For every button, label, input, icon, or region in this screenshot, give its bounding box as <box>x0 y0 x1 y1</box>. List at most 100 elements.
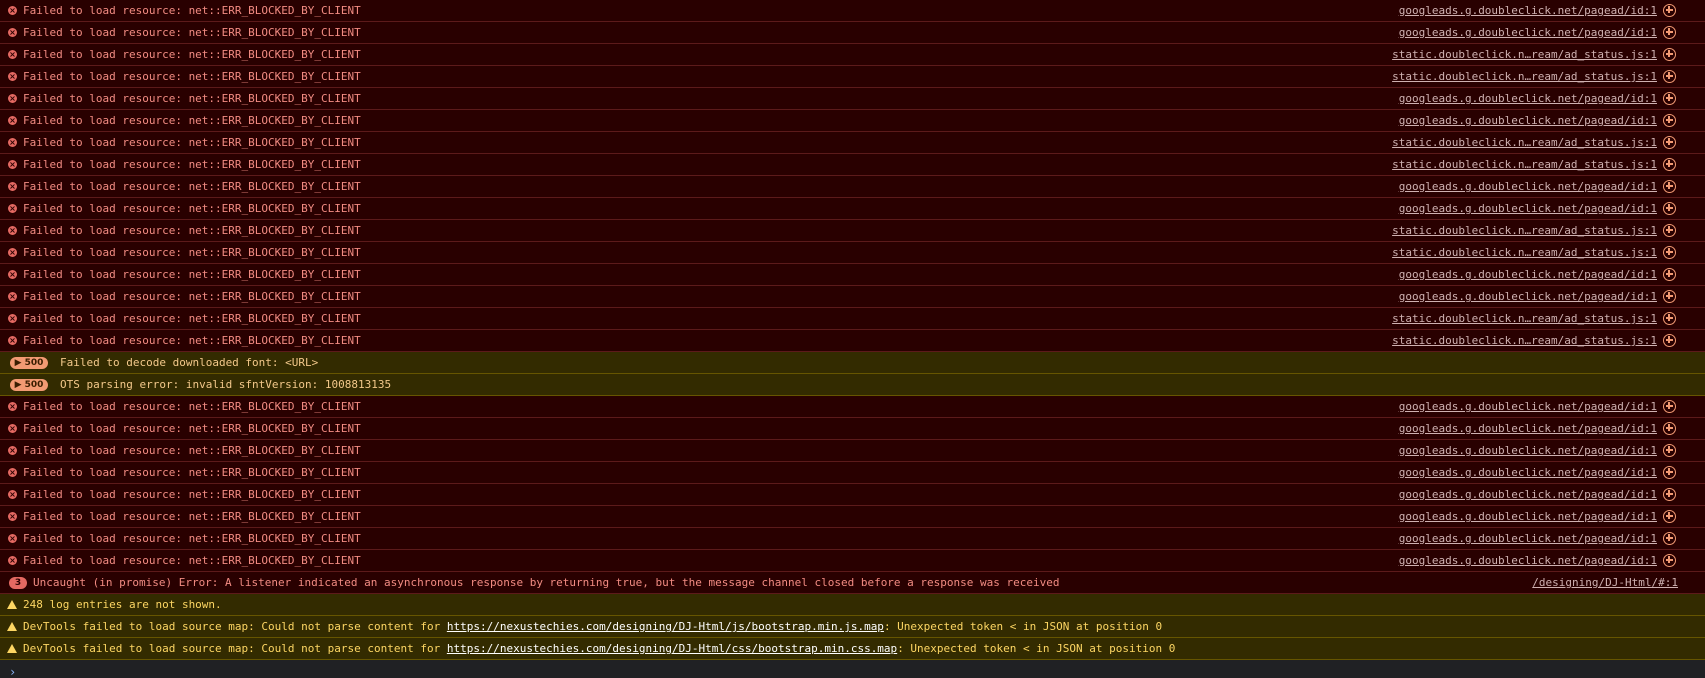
error-icon: × <box>8 292 17 301</box>
source-action-icon[interactable] <box>1663 334 1676 347</box>
repeat-count-badge: 3 <box>9 576 27 589</box>
source-action-icon[interactable] <box>1663 532 1676 545</box>
source-link[interactable]: static.doubleclick.n…ream/ad_status.js:1 <box>1392 224 1657 237</box>
error-icon: × <box>8 556 17 565</box>
console-message: Uncaught (in promise) Error: A listener … <box>33 576 1060 589</box>
source-link[interactable]: googleads.g.doubleclick.net/pagead/id:1 <box>1399 400 1657 413</box>
console-message: DevTools failed to load source map: Coul… <box>23 642 1705 655</box>
error-icon: × <box>8 446 17 455</box>
source-link[interactable]: googleads.g.doubleclick.net/pagead/id:1 <box>1399 422 1657 435</box>
source-action-icon[interactable] <box>1663 466 1676 479</box>
error-icon: × <box>8 138 17 147</box>
source-action-icon[interactable] <box>1663 488 1676 501</box>
error-icon: × <box>8 94 17 103</box>
source-action-icon[interactable] <box>1663 26 1676 39</box>
source-action-icon[interactable] <box>1663 444 1676 457</box>
source-action-icon[interactable] <box>1663 92 1676 105</box>
console-error-row: × Failed to load resource: net::ERR_BLOCK… <box>0 330 1705 352</box>
source-action-icon[interactable] <box>1663 290 1676 303</box>
console-error-row: × Failed to load resource: net::ERR_BLOCK… <box>0 198 1705 220</box>
source-action-icon[interactable] <box>1663 4 1676 17</box>
console-error-row: × Failed to load resource: net::ERR_BLOCK… <box>0 242 1705 264</box>
source-link[interactable]: googleads.g.doubleclick.net/pagead/id:1 <box>1399 488 1657 501</box>
source-link[interactable]: googleads.g.doubleclick.net/pagead/id:1 <box>1399 554 1657 567</box>
console-group-row[interactable]: ▶ 500 OTS parsing error: invalid sfntVers… <box>0 374 1705 396</box>
source-action-icon[interactable] <box>1663 422 1676 435</box>
console-message: Failed to load resource: net::ERR_BLOCKE… <box>23 114 361 127</box>
source-action-icon[interactable] <box>1663 400 1676 413</box>
console-message: Failed to load resource: net::ERR_BLOCKE… <box>23 224 361 237</box>
error-icon: × <box>8 28 17 37</box>
source-action-icon[interactable] <box>1663 510 1676 523</box>
error-icon: × <box>8 270 17 279</box>
console-message: Failed to load resource: net::ERR_BLOCKE… <box>23 422 361 435</box>
source-action-icon[interactable] <box>1663 70 1676 83</box>
console-error-row: × Failed to load resource: net::ERR_BLOCK… <box>0 550 1705 572</box>
source-map-link[interactable]: https://nexustechies.com/designing/DJ-Ht… <box>447 642 897 655</box>
console-message: OTS parsing error: invalid sfntVersion: … <box>60 378 392 391</box>
source-link[interactable]: googleads.g.doubleclick.net/pagead/id:1 <box>1399 26 1657 39</box>
console-message: Failed to load resource: net::ERR_BLOCKE… <box>23 554 361 567</box>
error-icon: × <box>8 116 17 125</box>
error-icon: × <box>8 336 17 345</box>
source-action-icon[interactable] <box>1663 114 1676 127</box>
source-link[interactable]: googleads.g.doubleclick.net/pagead/id:1 <box>1399 268 1657 281</box>
source-link[interactable]: googleads.g.doubleclick.net/pagead/id:1 <box>1399 466 1657 479</box>
console-prompt[interactable]: › <box>0 660 1705 678</box>
group-count-badge[interactable]: ▶ 500 <box>10 378 48 391</box>
console-error-row: × Failed to load resource: net::ERR_BLOCK… <box>0 506 1705 528</box>
source-link[interactable]: googleads.g.doubleclick.net/pagead/id:1 <box>1399 114 1657 127</box>
warning-icon <box>7 600 17 609</box>
source-link[interactable]: googleads.g.doubleclick.net/pagead/id:1 <box>1399 290 1657 303</box>
error-icon: × <box>8 424 17 433</box>
source-link[interactable]: static.doubleclick.n…ream/ad_status.js:1 <box>1392 334 1657 347</box>
source-link[interactable]: static.doubleclick.n…ream/ad_status.js:1 <box>1392 136 1657 149</box>
source-action-icon[interactable] <box>1663 312 1676 325</box>
source-link[interactable]: /designing/DJ-Html/#:1 <box>1532 576 1678 589</box>
prompt-chevron-icon: › <box>9 665 17 678</box>
source-link[interactable]: static.doubleclick.n…ream/ad_status.js:1 <box>1392 246 1657 259</box>
error-icon: × <box>8 402 17 411</box>
error-icon: × <box>8 50 17 59</box>
source-link[interactable]: googleads.g.doubleclick.net/pagead/id:1 <box>1399 510 1657 523</box>
source-action-icon[interactable] <box>1663 246 1676 259</box>
error-icon: × <box>8 314 17 323</box>
source-action-icon[interactable] <box>1663 158 1676 171</box>
error-icon: × <box>8 226 17 235</box>
console-message: Failed to load resource: net::ERR_BLOCKE… <box>23 290 361 303</box>
console-log: ×Failed to load resource: net::ERR_BLOCK… <box>0 0 1705 678</box>
source-link[interactable]: googleads.g.doubleclick.net/pagead/id:1 <box>1399 4 1657 17</box>
source-action-icon[interactable] <box>1663 136 1676 149</box>
warning-icon <box>7 644 17 653</box>
source-link[interactable]: static.doubleclick.n…ream/ad_status.js:1 <box>1392 48 1657 61</box>
source-action-icon[interactable] <box>1663 268 1676 281</box>
source-action-icon[interactable] <box>1663 180 1676 193</box>
console-group-row[interactable]: ▶ 500 Failed to decode downloaded font: <… <box>0 352 1705 374</box>
message-suffix: : Unexpected token < in JSON at position… <box>897 642 1176 655</box>
source-action-icon[interactable] <box>1663 48 1676 61</box>
console-message: Failed to load resource: net::ERR_BLOCKE… <box>23 444 361 457</box>
console-error-row: × Failed to load resource: net::ERR_BLOCK… <box>0 264 1705 286</box>
source-link[interactable]: googleads.g.doubleclick.net/pagead/id:1 <box>1399 180 1657 193</box>
source-map-link[interactable]: https://nexustechies.com/designing/DJ-Ht… <box>447 620 884 633</box>
source-link[interactable]: static.doubleclick.n…ream/ad_status.js:1 <box>1392 70 1657 83</box>
source-action-icon[interactable] <box>1663 224 1676 237</box>
group-count-badge[interactable]: ▶ 500 <box>10 356 48 369</box>
source-action-icon[interactable] <box>1663 554 1676 567</box>
source-link[interactable]: googleads.g.doubleclick.net/pagead/id:1 <box>1399 444 1657 457</box>
source-action-icon[interactable] <box>1663 202 1676 215</box>
error-icon: × <box>8 490 17 499</box>
source-link[interactable]: googleads.g.doubleclick.net/pagead/id:1 <box>1399 92 1657 105</box>
console-warning-row: DevTools failed to load source map: Coul… <box>0 616 1705 638</box>
source-link[interactable]: googleads.g.doubleclick.net/pagead/id:1 <box>1399 202 1657 215</box>
source-link[interactable]: static.doubleclick.n…ream/ad_status.js:1 <box>1392 312 1657 325</box>
source-link[interactable]: static.doubleclick.n…ream/ad_status.js:1 <box>1392 158 1657 171</box>
console-message: Failed to load resource: net::ERR_BLOCKE… <box>23 136 361 149</box>
console-message: DevTools failed to load source map: Coul… <box>23 620 1705 633</box>
console-message: Failed to load resource: net::ERR_BLOCKE… <box>23 334 361 347</box>
source-link[interactable]: googleads.g.doubleclick.net/pagead/id:1 <box>1399 532 1657 545</box>
warning-icon <box>7 622 17 631</box>
console-message: Failed to load resource: net::ERR_BLOCKE… <box>23 180 361 193</box>
error-icon: × <box>8 72 17 81</box>
console-message: Failed to load resource: net::ERR_BLOCKE… <box>23 400 361 413</box>
